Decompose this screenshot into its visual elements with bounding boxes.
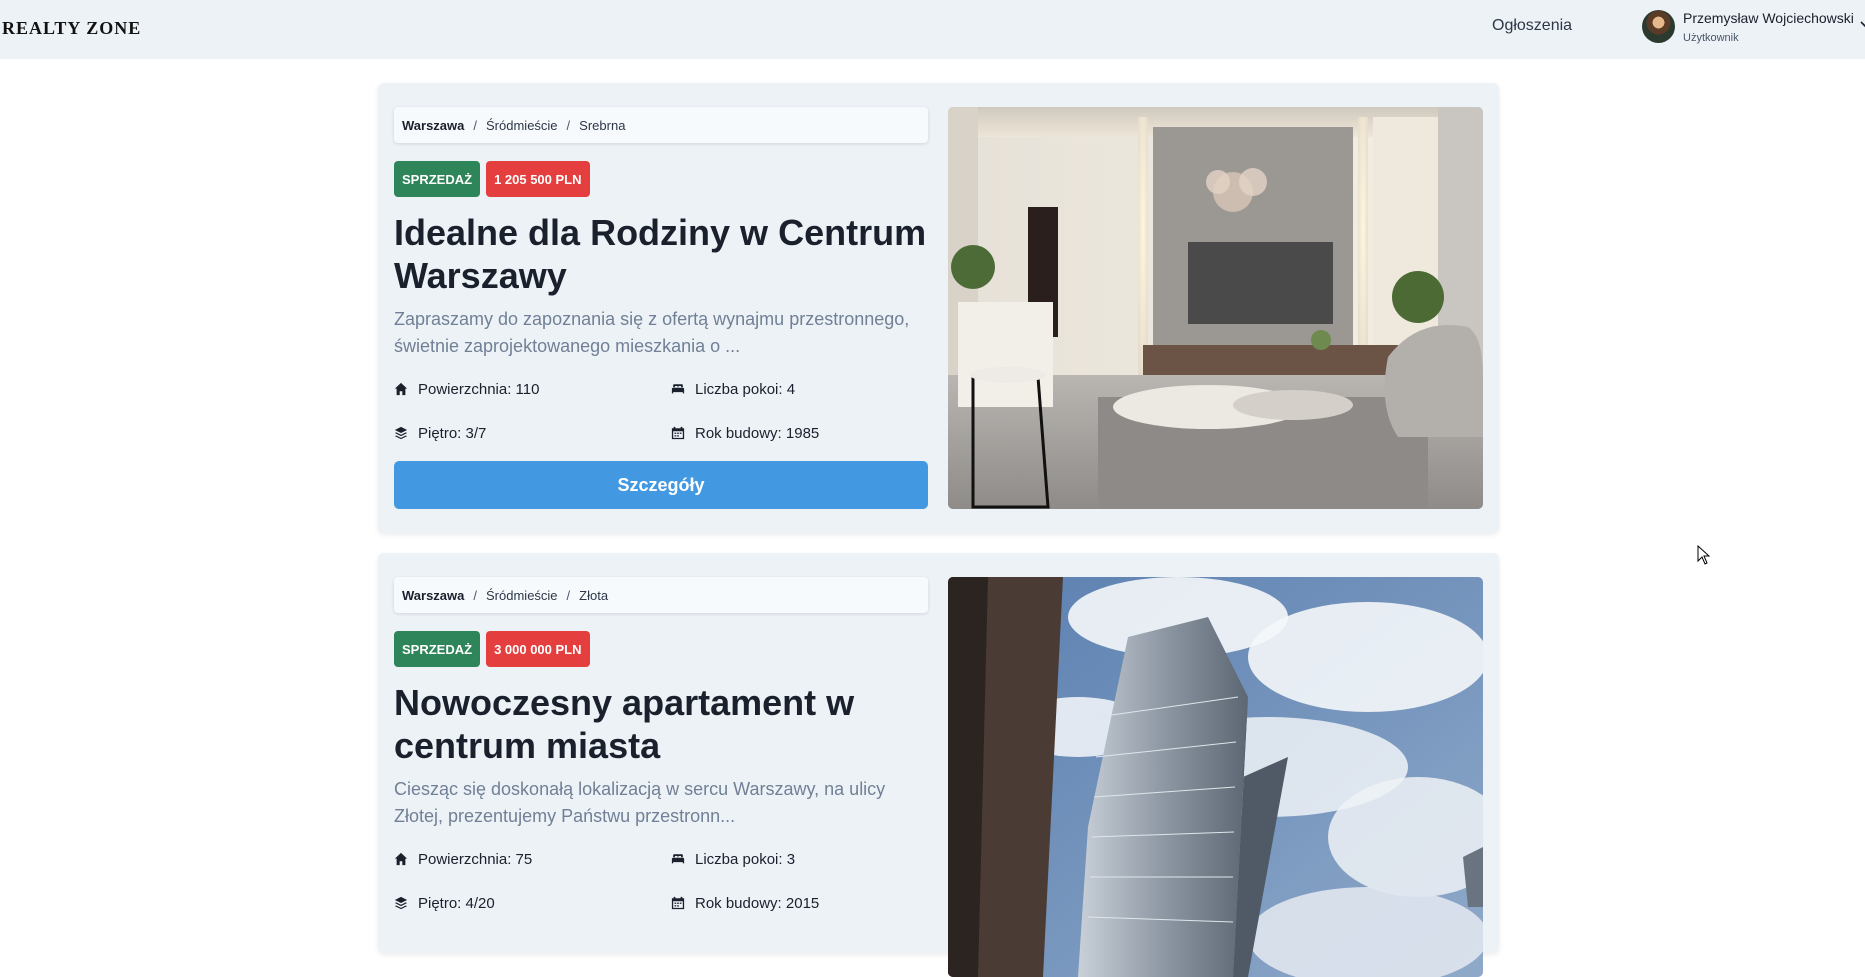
nav-link-listings[interactable]: Ogłoszenia — [1492, 17, 1572, 35]
feature-floor: Piętro: 4/20 — [394, 893, 495, 913]
site-logo[interactable]: REALTY ZONE — [2, 18, 141, 39]
feature-floor-label: Piętro: 4/20 — [418, 894, 495, 912]
chevron-down-icon[interactable] — [1859, 17, 1865, 31]
feature-rooms: Liczba pokoi: 4 — [671, 379, 795, 399]
feature-year: Rok budowy: 2015 — [671, 893, 819, 913]
price-badge: 1 205 500 PLN — [486, 161, 590, 197]
feature-year-label: Rok budowy: 2015 — [695, 894, 820, 912]
feature-rooms: Liczba pokoi: 3 — [671, 849, 795, 869]
breadcrumb-separator: / — [566, 587, 571, 603]
listing-photo[interactable] — [948, 107, 1483, 509]
breadcrumb: Warszawa / Śródmieście / Srebrna — [394, 107, 928, 143]
user-role: Użytkownik — [1683, 32, 1739, 44]
calendar-icon — [671, 426, 685, 440]
feature-floor: Piętro: 3/7 — [394, 423, 486, 443]
bed-icon — [671, 854, 685, 864]
feature-rooms-label: Liczba pokoi: 4 — [695, 380, 796, 398]
breadcrumb: Warszawa / Śródmieście / Złota — [394, 577, 928, 613]
feature-area-label: Powierzchnia: 75 — [418, 850, 533, 868]
listing-title: Nowoczesny apartament w centrum miasta — [394, 682, 855, 766]
feature-area-label: Powierzchnia: 110 — [418, 380, 540, 398]
listing-card: Warszawa / Śródmieście / Srebrna SPRZEDA… — [378, 83, 1499, 533]
feature-year: Rok budowy: 1985 — [671, 423, 819, 443]
details-button[interactable]: Szczegóły — [394, 461, 928, 509]
feature-area: Powierzchnia: 75 — [394, 849, 532, 869]
listing-card: Warszawa / Śródmieście / Złota SPRZEDAŻ … — [378, 553, 1499, 977]
breadcrumb-separator: / — [473, 587, 478, 603]
user-name: Przemysław Wojciechowski — [1683, 10, 1854, 26]
home-icon — [394, 852, 408, 866]
breadcrumb-street[interactable]: Srebrna — [579, 118, 625, 133]
layers-icon — [394, 896, 408, 910]
feature-rooms-label: Liczba pokoi: 3 — [695, 850, 796, 868]
avatar[interactable] — [1642, 10, 1675, 43]
price-badge: 3 000 000 PLN — [486, 631, 590, 667]
listing-description: Ciesząc się doskonałą lokalizacją w serc… — [394, 779, 886, 826]
offer-type-badge: SPRZEDAŻ — [394, 161, 481, 197]
home-icon — [394, 382, 408, 396]
feature-floor-label: Piętro: 3/7 — [418, 424, 487, 442]
breadcrumb-city[interactable]: Warszawa — [402, 118, 464, 133]
listing-photo[interactable] — [948, 577, 1483, 977]
badge-group: SPRZEDAŻ 1 205 500 PLN — [394, 161, 590, 197]
feature-area: Powierzchnia: 110 — [394, 379, 539, 399]
breadcrumb-separator: / — [566, 117, 571, 133]
listing-description: Zapraszamy do zapoznania się z ofertą wy… — [394, 309, 910, 356]
listing-title: Idealne dla Rodziny w Centrum Warszawy — [394, 212, 927, 296]
badge-group: SPRZEDAŻ 3 000 000 PLN — [394, 631, 590, 667]
offer-type-badge: SPRZEDAŻ — [394, 631, 481, 667]
feature-year-label: Rok budowy: 1985 — [695, 424, 820, 442]
breadcrumb-street[interactable]: Złota — [579, 588, 608, 603]
breadcrumb-city[interactable]: Warszawa — [402, 588, 464, 603]
bed-icon — [671, 384, 685, 394]
breadcrumb-separator: / — [473, 117, 478, 133]
mouse-cursor-icon — [1697, 545, 1711, 565]
breadcrumb-district[interactable]: Śródmieście — [486, 118, 558, 133]
user-menu[interactable]: Przemysław Wojciechowski Użytkownik — [1642, 9, 1865, 49]
top-navbar: REALTY ZONE Ogłoszenia Przemysław Wojcie… — [0, 0, 1865, 59]
calendar-icon — [671, 896, 685, 910]
breadcrumb-district[interactable]: Śródmieście — [486, 588, 558, 603]
layers-icon — [394, 426, 408, 440]
